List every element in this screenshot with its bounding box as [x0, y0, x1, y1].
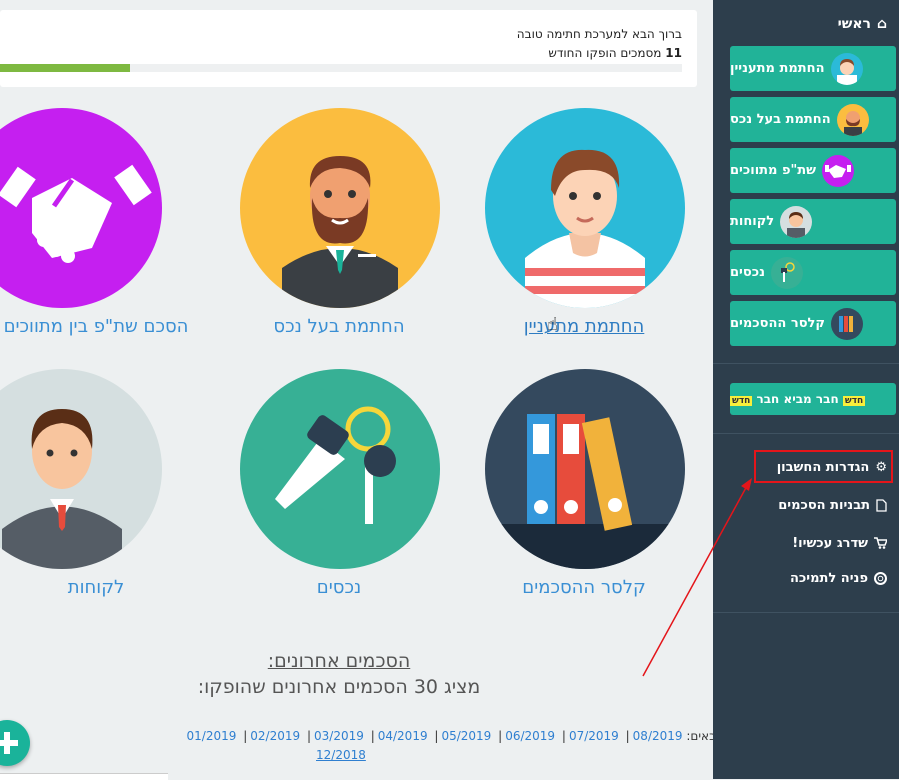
annotation-arrow	[642, 478, 752, 677]
